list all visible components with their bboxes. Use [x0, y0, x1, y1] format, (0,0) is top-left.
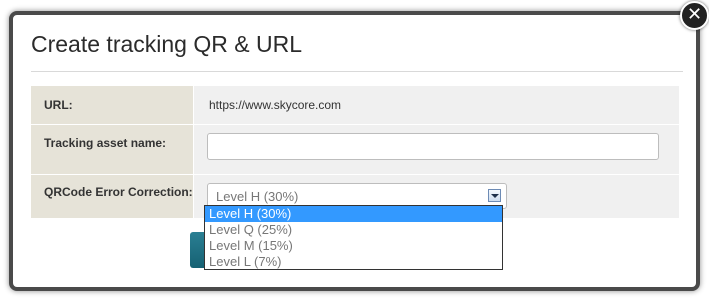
option-level-m[interactable]: Level M (15%) [205, 238, 502, 254]
url-value: https://www.skycore.com [209, 98, 342, 112]
url-row: URL: https://www.skycore.com [31, 86, 679, 125]
chevron-down-icon[interactable] [488, 189, 501, 202]
title-divider [31, 71, 683, 72]
option-level-q[interactable]: Level Q (25%) [205, 222, 502, 238]
close-icon[interactable]: ✕ [680, 1, 709, 30]
error-correction-dropdown: Level H (30%) Level Q (25%) Level M (15%… [204, 205, 503, 270]
option-level-h[interactable]: Level H (30%) [205, 206, 502, 222]
form-table: URL: https://www.skycore.com Tracking as… [31, 86, 679, 218]
asset-name-label: Tracking asset name: [31, 125, 194, 174]
dialog-title: Create tracking QR & URL [31, 31, 302, 57]
asset-name-row: Tracking asset name: [31, 125, 679, 175]
error-correction-label: QRCode Error Correction: [31, 175, 194, 218]
option-level-l[interactable]: Level L (7%) [205, 254, 502, 270]
asset-name-input[interactable] [207, 133, 659, 160]
error-correction-selected: Level H (30%) [216, 189, 299, 204]
url-label: URL: [31, 86, 194, 124]
